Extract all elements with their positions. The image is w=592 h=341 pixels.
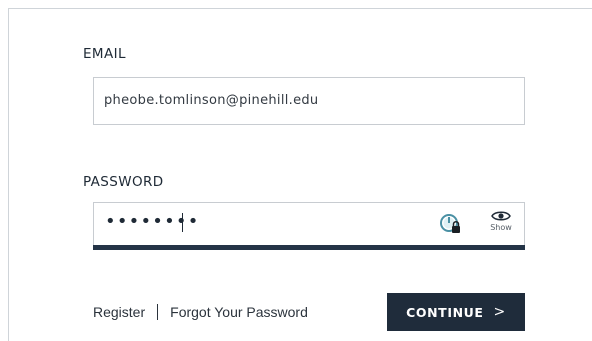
show-password-toggle[interactable]: Show <box>487 210 515 240</box>
password-value: •••••••• <box>105 211 200 232</box>
eye-icon <box>487 210 515 222</box>
forgot-password-link[interactable]: Forgot Your Password <box>170 304 308 320</box>
password-manager-lock-icon[interactable] <box>439 212 463 236</box>
continue-button[interactable]: CONTINUE > <box>387 293 525 331</box>
chevron-right-icon: > <box>493 304 506 320</box>
password-field[interactable]: •••••••• Show <box>93 202 525 246</box>
show-label: Show <box>490 223 512 232</box>
form-links: Register Forgot Your Password <box>93 304 308 320</box>
email-field[interactable]: pheobe.tomlinson@pinehill.edu <box>93 77 525 125</box>
email-value: pheobe.tomlinson@pinehill.edu <box>104 93 319 108</box>
password-field-focus-bar <box>93 245 525 250</box>
password-label: PASSWORD <box>83 174 164 190</box>
link-divider <box>157 304 159 320</box>
text-caret <box>182 213 183 232</box>
continue-label: CONTINUE <box>406 304 484 320</box>
email-label: EMAIL <box>83 46 126 62</box>
register-link[interactable]: Register <box>93 304 145 320</box>
